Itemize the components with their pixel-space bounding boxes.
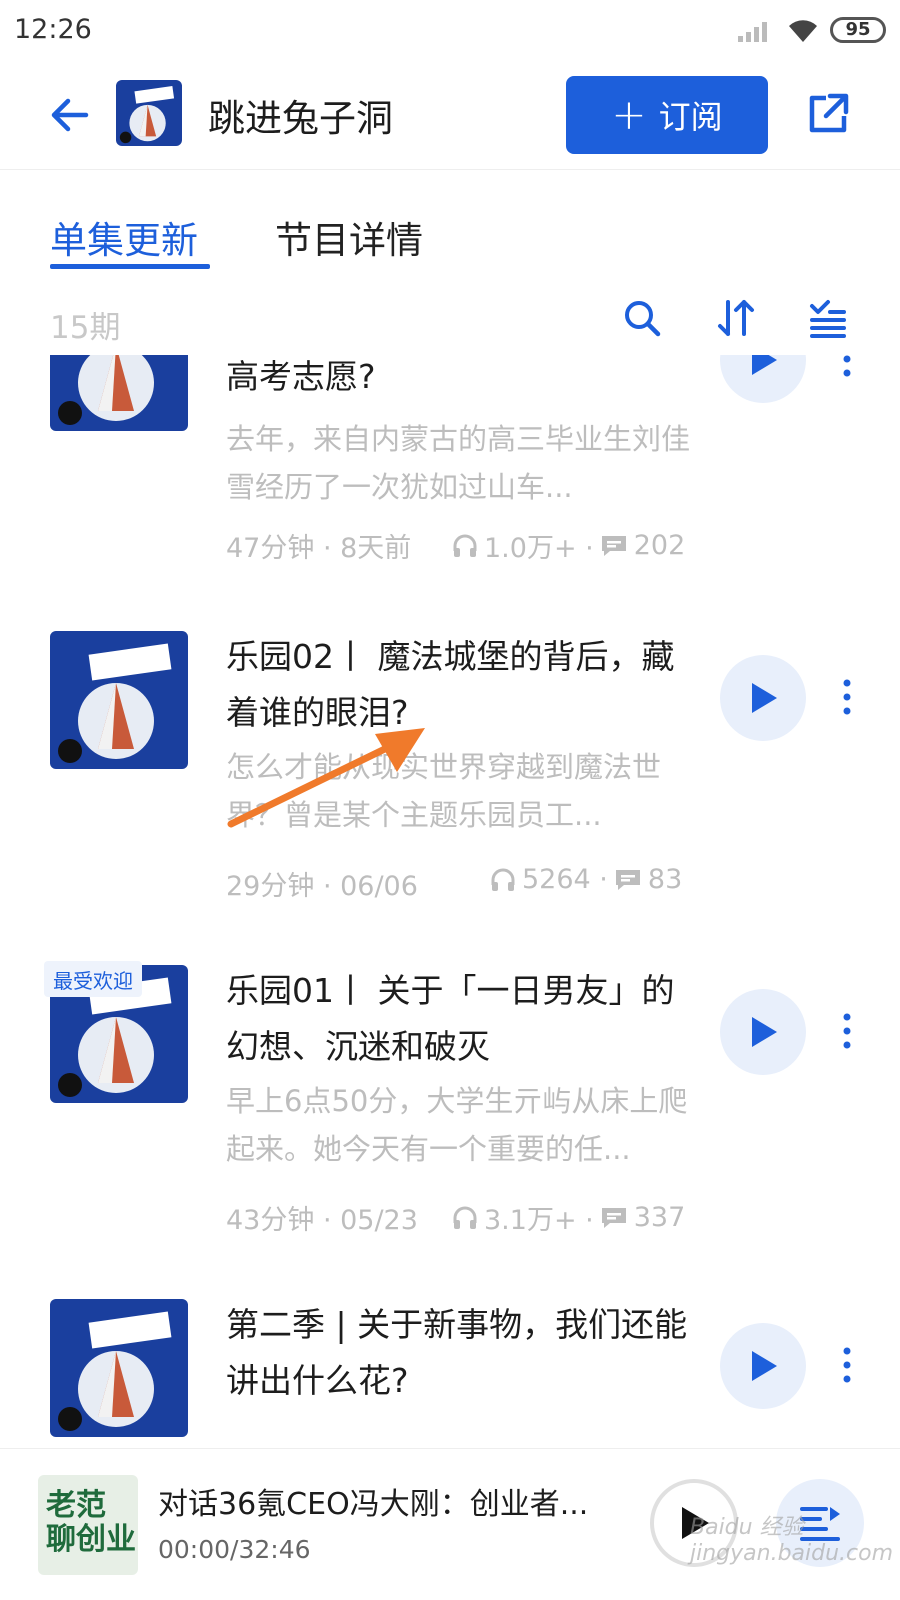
list-item[interactable]: 乐园02丨 魔法城堡的背后，藏着谁的眼泪? 怎么才能从现实世界穿越到魔法世界？曾… xyxy=(0,625,900,945)
plus-icon: + xyxy=(611,90,647,139)
episode-title: 高考志愿? xyxy=(226,357,376,396)
status-bar: 12:26 95 xyxy=(0,0,900,62)
episode-meta: 43分钟 · 05/23 xyxy=(226,1205,418,1236)
play-icon xyxy=(752,1351,777,1381)
annotation-arrow-icon xyxy=(227,728,425,828)
signal-icon xyxy=(738,22,767,42)
mini-player[interactable]: 老范 聊创业 对话36氪CEO冯大刚：创业者... 00:00/32:46 Ba… xyxy=(0,1448,900,1600)
popular-badge: 最受欢迎 xyxy=(44,961,142,997)
play-count: 5264 · xyxy=(522,864,608,895)
battery-indicator: 95 xyxy=(830,17,886,43)
more-options-icon[interactable] xyxy=(840,677,854,717)
headphones-icon xyxy=(491,868,515,891)
tab-active-indicator xyxy=(50,264,210,269)
play-count: 1.0万+ · xyxy=(484,533,594,564)
filter-list-icon[interactable] xyxy=(806,296,850,340)
comment-count: 202 xyxy=(633,530,686,561)
play-icon xyxy=(752,1017,777,1047)
cover-text-line1: 老范 xyxy=(46,1488,106,1523)
sort-icon[interactable] xyxy=(714,296,758,340)
episode-stats: 3.1万+ · 337 xyxy=(452,1198,685,1237)
now-playing-time: 00:00/32:46 xyxy=(158,1535,311,1564)
play-button[interactable] xyxy=(720,655,806,741)
more-options-icon[interactable] xyxy=(840,1011,854,1051)
wifi-icon xyxy=(789,20,817,42)
tab-episodes[interactable]: 单集更新 xyxy=(50,210,198,264)
play-button[interactable] xyxy=(720,355,806,403)
episode-title: 乐园01丨 关于「一日男友」的幻想、沉迷和破灭 xyxy=(226,971,675,1066)
play-button[interactable] xyxy=(720,989,806,1075)
headphones-icon xyxy=(453,534,477,557)
comment-icon xyxy=(601,1207,626,1228)
episode-description: 去年，来自内蒙古的高三毕业生刘佳雪经历了一次犹如过山车... xyxy=(226,422,691,504)
podcast-title: 跳进兔子洞 xyxy=(208,97,393,140)
tab-details[interactable]: 节目详情 xyxy=(275,210,423,264)
episode-cover xyxy=(50,631,188,769)
search-icon[interactable] xyxy=(620,296,664,340)
list-item[interactable]: 最受欢迎 乐园01丨 关于「一日男友」的幻想、沉迷和破灭 早上6点50分，大学生… xyxy=(0,959,900,1279)
cover-text-line2: 聊创业 xyxy=(46,1522,136,1557)
episode-cover xyxy=(50,355,188,431)
watermark-text: Baidu 经验 jingyan.baidu.com xyxy=(690,1515,894,1566)
back-arrow-icon[interactable] xyxy=(46,90,96,140)
subscribe-label: 订阅 xyxy=(658,98,723,136)
play-icon xyxy=(752,683,777,713)
play-icon xyxy=(752,355,777,375)
now-playing-cover[interactable]: 老范 聊创业 xyxy=(38,1475,138,1575)
more-options-icon[interactable] xyxy=(840,355,854,379)
episode-stats: 5264 · 83 xyxy=(490,864,682,895)
list-item[interactable]: 第二季 | 关于新事物，我们还能讲出什么花? xyxy=(0,1293,900,1447)
comment-count: 83 xyxy=(647,864,683,895)
more-options-icon[interactable] xyxy=(840,1345,854,1385)
list-item[interactable]: 高考志愿? 去年，来自内蒙古的高三毕业生刘佳雪经历了一次犹如过山车... 47分… xyxy=(0,355,900,591)
share-icon[interactable] xyxy=(804,90,852,138)
episode-description: 早上6点50分，大学生亓屿从床上爬起来。她今天有一个重要的任... xyxy=(226,1084,688,1166)
comment-count: 337 xyxy=(633,1202,686,1233)
play-count: 3.1万+ · xyxy=(484,1205,594,1236)
podcast-cover-thumbnail[interactable] xyxy=(116,80,182,146)
status-time: 12:26 xyxy=(14,14,92,45)
episode-meta: 47分钟 · 8天前 xyxy=(226,533,412,564)
episode-title: 第二季 | 关于新事物，我们还能讲出什么花? xyxy=(226,1305,688,1400)
subscribe-button[interactable]: + 订阅 xyxy=(566,76,768,154)
comment-icon xyxy=(615,869,640,890)
episode-stats: 1.0万+ · 202 xyxy=(452,526,685,565)
episode-cover xyxy=(50,1299,188,1437)
episode-meta: 29分钟 · 06/06 xyxy=(226,871,418,902)
episode-count: 15期 xyxy=(50,310,121,346)
play-button[interactable] xyxy=(720,1323,806,1409)
episode-list: 高考志愿? 去年，来自内蒙古的高三毕业生刘佳雪经历了一次犹如过山车... 47分… xyxy=(0,355,900,1447)
headphones-icon xyxy=(453,1206,477,1229)
comment-icon xyxy=(601,535,626,556)
now-playing-title: 对话36氪CEO冯大刚：创业者... xyxy=(158,1487,589,1522)
header: 跳进兔子洞 + 订阅 xyxy=(0,62,900,170)
